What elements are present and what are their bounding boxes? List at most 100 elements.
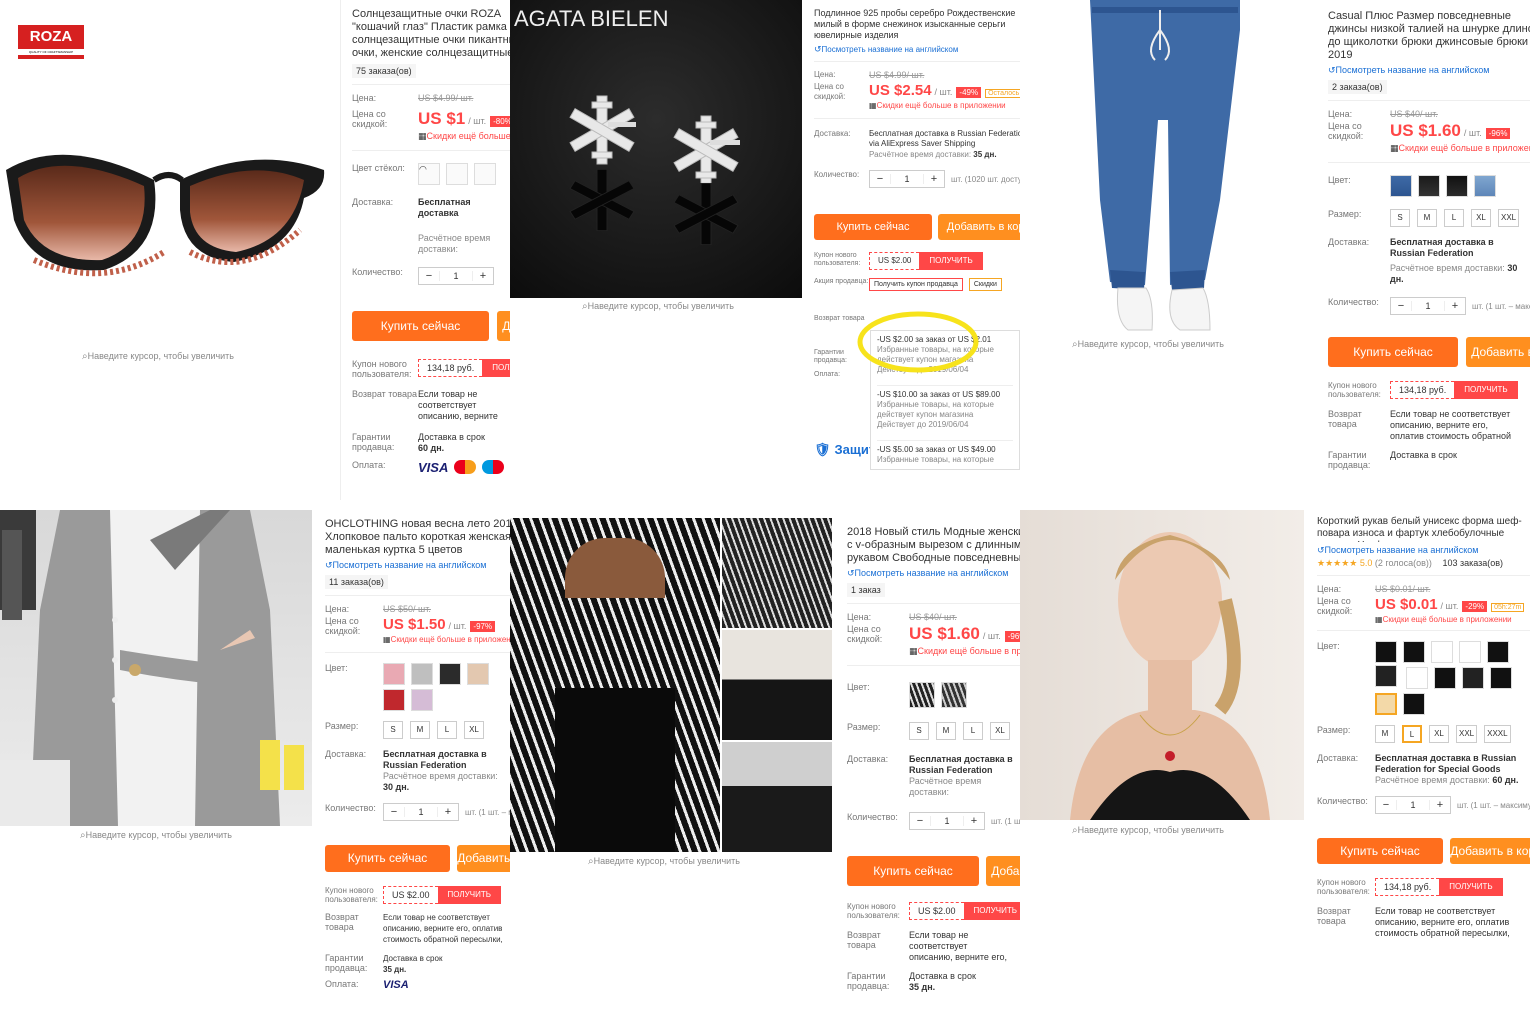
color-swatch-1[interactable]	[909, 682, 935, 708]
qty-minus[interactable]: −	[419, 270, 439, 282]
color-swatch-1[interactable]	[1390, 175, 1412, 197]
add-to-cart-button[interactable]: Добавить в корзину	[457, 845, 510, 872]
color-swatch[interactable]	[1461, 667, 1484, 689]
see-english-link[interactable]: Посмотреть название на английском	[814, 44, 1020, 55]
product-info-panel: Подлинное 925 пробы серебро Рождественск…	[814, 8, 1020, 470]
size-option[interactable]: L	[437, 721, 457, 739]
lens-swatch-1[interactable]: ◠	[418, 163, 440, 185]
color-swatch[interactable]	[1459, 641, 1481, 663]
product-image-bodysuit[interactable]	[510, 518, 720, 852]
quantity-stepper[interactable]: −1 +	[1375, 796, 1451, 814]
size-option[interactable]: XL	[990, 722, 1010, 740]
color-swatch-2[interactable]	[1418, 175, 1440, 197]
quantity-stepper[interactable]: −1 +	[1390, 297, 1466, 315]
qty-plus[interactable]: +	[473, 270, 493, 282]
size-option[interactable]: S	[909, 722, 929, 740]
color-swatch-selected[interactable]	[1375, 693, 1397, 715]
buy-now-button[interactable]: Купить сейчас	[352, 311, 489, 341]
color-swatch[interactable]	[1405, 667, 1428, 689]
get-coupon-button[interactable]: ПОЛУЧИТЬ	[482, 359, 510, 377]
product-tile-bodysuit-image: Наведите курсор, чтобы увеличить	[510, 510, 835, 880]
color-swatch-2[interactable]	[941, 682, 967, 708]
color-swatch-4[interactable]	[1474, 175, 1496, 197]
add-to-cart-button[interactable]: Добавить в корзину	[1450, 838, 1530, 864]
color-swatch-pink[interactable]	[383, 663, 405, 685]
size-option[interactable]: M	[1375, 725, 1395, 743]
get-coupon-button[interactable]: ПОЛУЧИТЬ	[1454, 381, 1518, 399]
zoom-hint: Наведите курсор, чтобы увеличить	[80, 830, 232, 841]
divider	[340, 0, 341, 500]
see-english-link[interactable]: Посмотреть название на английском	[847, 568, 1020, 579]
add-to-cart-button[interactable]: Добавить в корзину	[986, 856, 1020, 886]
color-swatch-black[interactable]	[439, 663, 461, 685]
quantity-stepper[interactable]: −1 +	[418, 267, 494, 285]
size-option-selected[interactable]: L	[1402, 725, 1422, 743]
add-to-cart-button[interactable]: Добавить в корзину	[497, 311, 510, 341]
color-swatch[interactable]	[1489, 667, 1512, 689]
buy-now-button[interactable]: Купить сейчас	[325, 845, 450, 872]
product-title[interactable]: Casual Плюс Размер повседневные джинсы н…	[1328, 10, 1530, 62]
qty-value[interactable]: 1	[439, 271, 473, 281]
product-image-cardigan[interactable]	[0, 510, 312, 826]
size-option[interactable]: XL	[464, 721, 484, 739]
size-option[interactable]: XXL	[1456, 725, 1478, 743]
size-option[interactable]: S	[1390, 209, 1410, 227]
see-english-link[interactable]: Посмотреть название на английском	[1328, 65, 1530, 76]
zoom-hint: Наведите курсор, чтобы увеличить	[82, 351, 234, 362]
color-swatch-beige[interactable]	[467, 663, 489, 685]
product-image-earrings[interactable]: AGATA BIELEN	[510, 0, 802, 298]
add-to-cart-button[interactable]: Добавить в корзину	[938, 214, 1020, 240]
price: US $1	[418, 109, 466, 128]
size-option[interactable]: M	[1417, 209, 1437, 227]
thumbnail-1[interactable]	[722, 518, 832, 628]
color-swatch[interactable]	[1375, 665, 1397, 687]
quantity-stepper[interactable]: −1 +	[869, 170, 945, 188]
color-swatch-lilac[interactable]	[411, 689, 433, 711]
buy-now-button[interactable]: Купить сейчас	[814, 214, 932, 240]
size-option[interactable]: S	[383, 721, 403, 739]
quantity-stepper[interactable]: −1 +	[383, 803, 459, 821]
buy-now-button[interactable]: Купить сейчас	[847, 856, 979, 886]
product-image-jeans[interactable]	[1020, 0, 1310, 335]
get-seller-coupon-dropdown[interactable]: Получить купон продавца	[869, 278, 963, 291]
visa-logo: VISA	[383, 979, 409, 991]
coupon-offer-3[interactable]: -US $5.00 за заказ от US $49.00 Избранные…	[877, 440, 1013, 465]
lens-swatch-3[interactable]	[474, 163, 496, 185]
color-swatch-red[interactable]	[383, 689, 405, 711]
product-title[interactable]: OHCLOTHING новая весна лето 2019 Хлопков…	[325, 518, 510, 557]
product-title[interactable]: Солнцезащитные очки ROZA "кошачий глаз" …	[352, 8, 510, 60]
color-swatch[interactable]	[1403, 641, 1425, 663]
buy-now-button[interactable]: Купить сейчас	[1317, 838, 1443, 864]
quantity-stepper[interactable]: −1 +	[909, 812, 985, 830]
coupon-offer-2[interactable]: -US $10.00 за заказ от US $89.00 Избранны…	[877, 385, 1013, 430]
product-title[interactable]: Подлинное 925 пробы серебро Рождественск…	[814, 8, 1020, 41]
color-swatch[interactable]	[1403, 693, 1425, 715]
size-option[interactable]: XXL	[1498, 209, 1520, 227]
product-image-sunglasses[interactable]: ROZA QUALITY OF CRAFTSMANSHIP Наведите к…	[0, 0, 338, 340]
size-option[interactable]: M	[410, 721, 430, 739]
size-option[interactable]: XL	[1471, 209, 1491, 227]
color-swatch[interactable]	[1487, 641, 1509, 663]
app-discount-link[interactable]: Скидки ещё больше в приложении	[418, 131, 510, 142]
size-option[interactable]: XXXL	[1484, 725, 1511, 743]
color-swatch-grey[interactable]	[411, 663, 433, 685]
color-swatch[interactable]	[1433, 667, 1456, 689]
add-to-cart-button[interactable]: Добавить в корзину	[1466, 337, 1530, 367]
buy-now-button[interactable]: Купить сейчас	[1328, 337, 1458, 367]
see-english-link[interactable]: Посмотреть название на английском	[325, 560, 510, 571]
product-title[interactable]: 2018 Новый стиль Модные женские с v-обра…	[847, 526, 1020, 565]
lens-swatch-2[interactable]	[446, 163, 468, 185]
color-swatch[interactable]	[1431, 641, 1453, 663]
thumbnail-3[interactable]	[722, 742, 832, 852]
size-option[interactable]: L	[963, 722, 983, 740]
thumbnail-2[interactable]	[722, 630, 832, 740]
color-swatch[interactable]	[1375, 641, 1397, 663]
product-image-model[interactable]	[1020, 510, 1304, 820]
color-swatch-3[interactable]	[1446, 175, 1468, 197]
see-english-link[interactable]: Посмотреть название на английском	[1317, 545, 1530, 556]
size-option[interactable]: M	[936, 722, 956, 740]
coupon[interactable]: 134,18 руб.ПОЛУЧИТЬ	[418, 359, 510, 377]
size-option[interactable]: L	[1444, 209, 1464, 227]
size-option[interactable]: XL	[1429, 725, 1449, 743]
product-title[interactable]: Короткий рукав белый унисекс форма шеф-п…	[1317, 516, 1530, 542]
